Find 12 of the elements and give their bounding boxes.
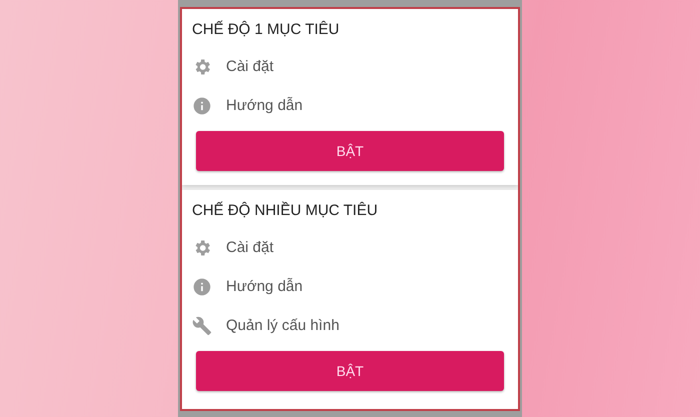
wrench-icon (192, 316, 212, 336)
menu-item[interactable]: Quản lý cấu hình (226, 317, 340, 334)
menu-item[interactable]: Hướng dẫn (226, 97, 303, 114)
enable-button[interactable]: BẬT (196, 131, 504, 171)
enable-button[interactable]: BẬT (196, 351, 504, 391)
section-title: CHẾ ĐỘ 1 MỤC TIÊU (192, 20, 340, 40)
menu-item[interactable]: Cài đặt (226, 58, 274, 75)
menu-item[interactable]: Hướng dẫn (226, 278, 303, 295)
info-icon (192, 276, 212, 296)
menu-item[interactable]: Cài đặt (226, 239, 274, 256)
info-icon (192, 96, 212, 116)
section-title: CHẾ ĐỘ NHIỀU MỤC TIÊU (192, 200, 379, 221)
